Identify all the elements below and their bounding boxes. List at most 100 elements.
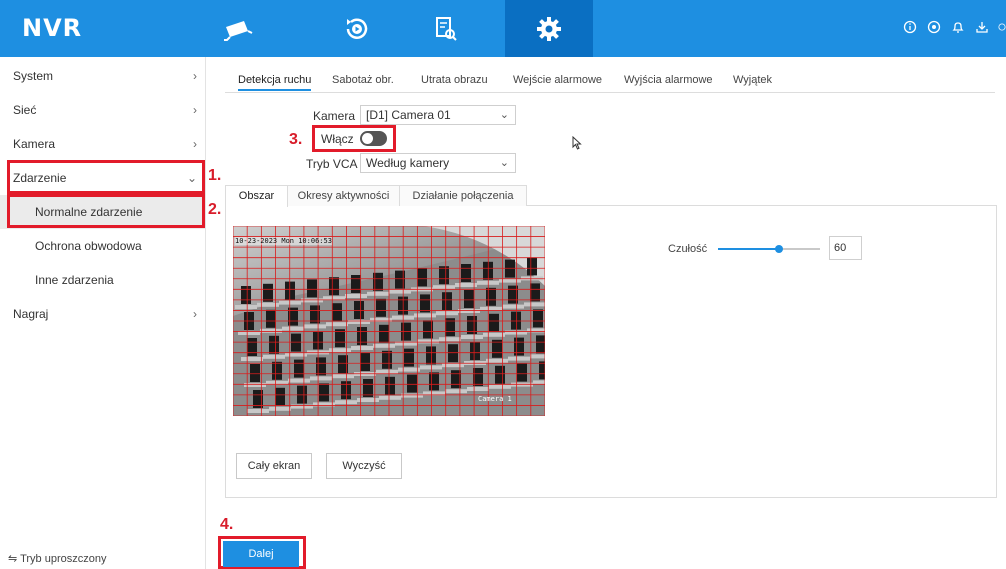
sensitivity-slider[interactable] — [718, 245, 820, 253]
sidebar-item-label: Nagraj — [13, 307, 49, 321]
bell-icon[interactable] — [950, 19, 965, 34]
building-band — [433, 285, 455, 290]
camera-preview[interactable]: 10-23-2023 Mon 10:06:53 Camera 1 — [233, 226, 545, 416]
building-band — [247, 409, 269, 413]
vca-mode-select[interactable]: Według kamery ⌄ — [360, 153, 516, 173]
building-band — [467, 387, 489, 391]
building-window — [354, 301, 364, 319]
gear-icon — [537, 16, 561, 41]
building-window — [439, 266, 449, 285]
building-window — [360, 353, 370, 371]
building-window — [473, 368, 483, 386]
annotation-number: 2. — [208, 201, 222, 218]
sidebar-item-label: Kamera — [13, 137, 56, 151]
target-icon[interactable] — [926, 19, 941, 34]
sidebar-item-system[interactable]: System › — [0, 59, 205, 93]
video-timestamp: 10-23-2023 Mon 10:06:53 — [235, 237, 332, 245]
building-band — [458, 309, 480, 313]
sensitivity-value-input[interactable]: 60 — [829, 236, 862, 260]
file-search-icon — [436, 16, 457, 41]
mouse-cursor-icon — [572, 136, 582, 150]
building-window — [464, 290, 474, 308]
building-window — [250, 364, 260, 382]
building-window — [329, 277, 339, 296]
building-band — [436, 311, 458, 316]
sidebar-item-camera[interactable]: Kamera › — [0, 127, 205, 161]
chevron-right-icon: › — [193, 137, 197, 151]
enable-label: Włącz — [321, 132, 354, 146]
nav-tab-playback[interactable] — [313, 0, 401, 57]
enable-toggle[interactable] — [360, 131, 387, 146]
building-band — [304, 324, 326, 329]
clear-button[interactable]: Wyczyść — [326, 453, 402, 479]
sidebar-item-record[interactable]: Nagraj › — [0, 297, 205, 331]
nav-tab-settings[interactable] — [505, 0, 593, 57]
video-camera-label: Camera 1 — [478, 395, 512, 403]
building-window — [291, 333, 301, 352]
annotation-number: 1. — [208, 167, 222, 184]
building-band — [373, 343, 395, 348]
toggle-knob — [362, 133, 373, 144]
sidebar-item-perimeter[interactable]: Ochrona obwodowa — [0, 229, 205, 263]
building-window — [448, 344, 458, 363]
nav-tab-files[interactable] — [402, 0, 490, 57]
building-band — [533, 380, 545, 385]
sidebar-item-network[interactable]: Sieć › — [0, 93, 205, 127]
sensitivity-fill — [718, 248, 780, 250]
building-band — [376, 369, 398, 374]
building-band — [389, 289, 411, 294]
building-window — [269, 335, 279, 354]
sidebar-item-other-events[interactable]: Inne zdarzenia — [0, 263, 205, 297]
building-window — [407, 374, 417, 393]
tab-motion-detection[interactable]: Detekcja ruchu — [238, 74, 312, 91]
building-window — [527, 257, 537, 276]
annotation-box-event — [7, 160, 205, 194]
building-image — [233, 226, 545, 416]
building-window — [385, 376, 395, 395]
building-band — [260, 328, 282, 333]
download-icon[interactable] — [974, 19, 989, 34]
sidebar-item-label: System — [13, 69, 54, 83]
subtab-schedule[interactable]: Okresy aktywności — [287, 185, 400, 206]
full-screen-button[interactable]: Cały ekran — [236, 453, 312, 479]
sidebar-item-label: Sieć — [13, 103, 37, 117]
next-button[interactable]: Dalej — [223, 541, 299, 567]
brand-logo: NVR — [22, 14, 83, 42]
subtab-linkage[interactable]: Działanie połączenia — [399, 185, 527, 206]
info-icon[interactable] — [902, 19, 917, 34]
nav-tab-live-view[interactable] — [194, 0, 282, 57]
building-window — [247, 338, 257, 356]
building-window — [420, 294, 430, 313]
tab-tamper[interactable]: Sabotaż obr. — [332, 74, 394, 86]
tab-alarm-output[interactable]: Wyjścia alarmowe — [624, 74, 713, 86]
building-window — [426, 346, 436, 365]
camera-select[interactable]: [D1] Camera 01 ⌄ — [360, 105, 516, 125]
annotation-box-normal-event — [7, 194, 205, 228]
building-band — [489, 384, 511, 389]
building-band — [508, 356, 530, 361]
tab-alarm-input[interactable]: Wejście alarmowe — [513, 74, 602, 86]
building-band — [461, 335, 483, 339]
building-window — [341, 381, 351, 400]
building-window — [376, 298, 386, 317]
building-band — [310, 376, 332, 381]
building-window — [470, 342, 480, 360]
chevron-right-icon: › — [193, 307, 197, 321]
building-window — [530, 283, 540, 302]
building-window — [294, 359, 304, 378]
building-band — [345, 294, 367, 298]
building-window — [533, 309, 543, 328]
simple-mode-link[interactable]: ⇋ Tryb uproszczony — [8, 552, 106, 565]
power-icon[interactable] — [998, 19, 1006, 34]
chevron-down-icon: ⌄ — [499, 109, 509, 121]
tab-exception[interactable]: Wyjątek — [733, 74, 772, 86]
building-band — [483, 332, 505, 337]
building-band — [326, 322, 348, 327]
building-window — [263, 283, 273, 302]
building-band — [241, 357, 263, 361]
building-band — [379, 395, 401, 400]
tab-video-loss[interactable]: Utrata obrazu — [421, 74, 488, 86]
building-band — [420, 365, 442, 370]
subtab-area[interactable]: Obszar — [225, 185, 288, 207]
top-bar: NVR — [0, 0, 1006, 57]
